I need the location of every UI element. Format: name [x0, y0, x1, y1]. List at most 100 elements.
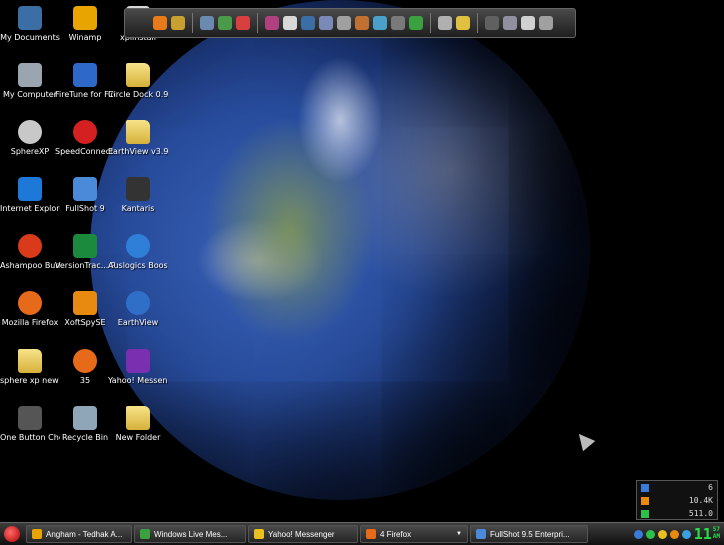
- tray-messenger-icon[interactable]: [645, 529, 655, 539]
- dock-launcher-icon[interactable]: [456, 16, 470, 30]
- desktop-icon[interactable]: XoftSpySE: [55, 289, 115, 345]
- dock-launcher-icon[interactable]: [200, 16, 214, 30]
- task-label: Yahoo! Messenger: [268, 529, 335, 539]
- tray-network-icon[interactable]: [633, 529, 643, 539]
- tray-xoftspy-icon[interactable]: [669, 529, 679, 539]
- xoftspy-icon: [73, 291, 97, 315]
- desktop-icon[interactable]: VersionTrac... Pro: [55, 232, 115, 288]
- dock-launcher-icon[interactable]: [265, 16, 279, 30]
- desktop-icon[interactable]: SpeedConnect Internet Acc...: [55, 118, 115, 174]
- firefox-task-icon: [366, 529, 376, 539]
- dock-launcher-icon[interactable]: [218, 16, 232, 30]
- dock-separator: [192, 13, 193, 33]
- clock-minute: 57: [712, 526, 720, 533]
- desktop-icon[interactable]: Recycle Bin: [55, 404, 115, 460]
- desktop-icon[interactable]: EarthView v3.9.1: [108, 118, 168, 174]
- sysmon-value: 511.0: [688, 509, 713, 518]
- desktop-icon[interactable]: 35: [55, 347, 115, 403]
- messenger-task-icon: [140, 529, 150, 539]
- desktop-icon[interactable]: Yahoo! Messenger: [108, 347, 168, 403]
- dock-launcher-icon[interactable]: [391, 16, 405, 30]
- firefox-icon: [18, 291, 42, 315]
- desktop-icon[interactable]: Winamp: [55, 4, 115, 60]
- desktop-icon[interactable]: SphereXP: [0, 118, 60, 174]
- dock-launcher-icon[interactable]: [373, 16, 387, 30]
- desktop-icon-label: My Documents: [0, 33, 60, 42]
- dock-launcher-icon[interactable]: [283, 16, 297, 30]
- desktop-icon[interactable]: One Button Checkup: [0, 404, 60, 460]
- desktop-icon[interactable]: FullShot 9: [55, 175, 115, 231]
- taskbar-button-yahoo-messenger[interactable]: Yahoo! Messenger: [248, 525, 358, 543]
- folder-icon: [126, 406, 150, 430]
- desktop-icon[interactable]: New Folder: [108, 404, 168, 460]
- dock-separator: [477, 13, 478, 33]
- dock-launcher-icon[interactable]: [355, 16, 369, 30]
- clock-ampm: AM: [712, 533, 720, 540]
- desktop-icon-label: Ashampoo Burning Stu...: [0, 261, 60, 270]
- sysmon-row: 10.4K: [637, 494, 717, 507]
- dock-launcher-icon[interactable]: [485, 16, 499, 30]
- desktop-icon[interactable]: EarthView: [108, 289, 168, 345]
- yahoo-task-icon: [254, 529, 264, 539]
- dock-launcher-icon[interactable]: [438, 16, 452, 30]
- ashampoo-icon: [18, 234, 42, 258]
- desktop-icon-label: Internet Explorer: [0, 204, 60, 213]
- sysmon-cpu-icon: [641, 483, 649, 492]
- my-documents-icon: [18, 6, 42, 30]
- system-tray: 11 57 AM: [630, 523, 724, 545]
- desktop-icon-label: 35: [79, 376, 91, 385]
- dock-separator: [430, 13, 431, 33]
- dock-launcher-icon[interactable]: [503, 16, 517, 30]
- desktop-icon[interactable]: Mozilla Firefox: [0, 289, 60, 345]
- start-button[interactable]: [4, 526, 20, 542]
- dock-launcher-icon[interactable]: [521, 16, 535, 30]
- clock-hour: 11: [693, 525, 712, 543]
- versiontracker-icon: [73, 234, 97, 258]
- desktop-icon[interactable]: Internet Explorer: [0, 175, 60, 231]
- desktop-icon-label: FullShot 9: [65, 204, 105, 213]
- dock-launcher-icon[interactable]: [236, 16, 250, 30]
- taskbar-button-winamp[interactable]: Angham - Tedhak A...: [26, 525, 132, 543]
- sysmon-value: 6: [708, 483, 713, 492]
- desktop-icon[interactable]: sphere xp new 3rd: [0, 347, 60, 403]
- sysmon-row: 511.0: [637, 507, 717, 520]
- folder-icon: [18, 349, 42, 373]
- sysmon-memory-icon: [641, 496, 649, 505]
- desktop-icon[interactable]: My Documents: [0, 4, 60, 60]
- spherexp-icon: [18, 120, 42, 144]
- desktop-icon[interactable]: My Computer: [0, 61, 60, 117]
- dock-launcher-icon[interactable]: [171, 16, 185, 30]
- dock-launcher-icon[interactable]: [301, 16, 315, 30]
- desktop-icon-label: EarthView: [117, 318, 159, 327]
- folder-icon: [126, 63, 150, 87]
- dock-launcher-icon[interactable]: [409, 16, 423, 30]
- dock-launcher-icon[interactable]: [319, 16, 333, 30]
- desktop-icon[interactable]: Circle Dock 0.9.2 Alph...: [108, 61, 168, 117]
- desktop-icon-label: EarthView v3.9.1: [108, 147, 168, 156]
- dock-launcher-icon[interactable]: [539, 16, 553, 30]
- desktop-icon[interactable]: Ashampoo Burning Stu...: [0, 232, 60, 288]
- taskbar-button-firefox-group[interactable]: 4 Firefox ▼: [360, 525, 468, 543]
- tray-update-icon[interactable]: [681, 529, 691, 539]
- desktop-icon[interactable]: Auslogics BoostSpeed: [108, 232, 168, 288]
- my-computer-icon: [18, 63, 42, 87]
- desktop-icon-label: Kantaris: [121, 204, 155, 213]
- dock-launcher-icon[interactable]: [153, 16, 167, 30]
- fullshot-icon: [73, 177, 97, 201]
- taskbar-button-windows-live-messenger[interactable]: Windows Live Mes...: [134, 525, 246, 543]
- taskbar-clock[interactable]: 11 57 AM: [694, 526, 720, 542]
- desktop-icon-label: SpeedConnect Internet Acc...: [55, 147, 115, 156]
- winamp-task-icon: [32, 529, 42, 539]
- dock-launcher-icon[interactable]: [337, 16, 351, 30]
- desktop-icon[interactable]: FireTune for Firefox: [55, 61, 115, 117]
- winamp-icon: [73, 6, 97, 30]
- taskbar-button-fullshot[interactable]: FullShot 9.5 Enterpri...: [470, 525, 588, 543]
- auslogics-icon: [126, 234, 150, 258]
- desktop-icon-label: SphereXP: [10, 147, 50, 156]
- firefox-icon: [73, 349, 97, 373]
- sysmon-value: 10.4K: [688, 496, 713, 505]
- desktop-icon[interactable]: Kantaris: [108, 175, 168, 231]
- tray-yahoo-icon[interactable]: [657, 529, 667, 539]
- sysmon-row: 6: [637, 481, 717, 494]
- task-label: FullShot 9.5 Enterpri...: [490, 529, 570, 539]
